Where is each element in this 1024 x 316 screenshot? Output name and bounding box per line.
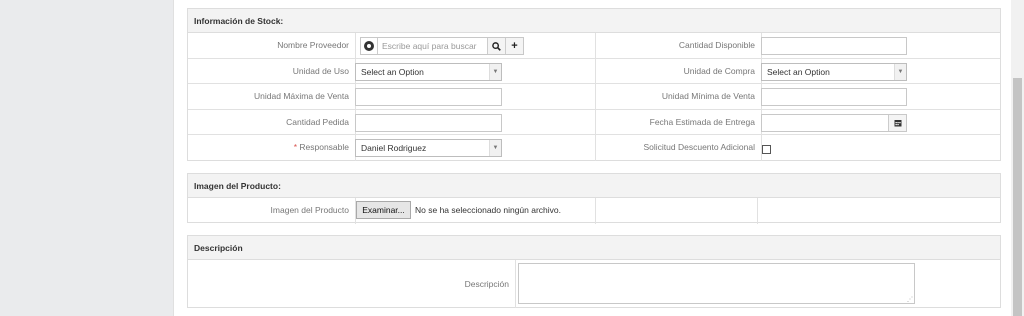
unit-purchase-select[interactable]: Select an Option ▼: [761, 62, 907, 81]
unit-use-select[interactable]: Select an Option ▼: [355, 62, 502, 81]
search-icon[interactable]: [487, 38, 505, 54]
divider: [757, 198, 758, 224]
delivery-date-input[interactable]: [761, 113, 907, 132]
responsible-select[interactable]: Daniel Rodriguez ▼: [355, 139, 502, 157]
responsible-label: Responsable: [299, 142, 349, 152]
description-textarea[interactable]: ⋰: [518, 263, 915, 304]
responsible-label-cell: * Responsable: [188, 135, 355, 161]
supplier-search-input[interactable]: Escribe aquí para buscar: [382, 38, 477, 54]
unit-purchase-value: Select an Option: [767, 66, 830, 77]
form-row: Imagen del Producto Examinar... No se ha…: [188, 198, 1000, 224]
divider: [515, 260, 516, 308]
unit-use-value: Select an Option: [361, 66, 424, 77]
delivery-date-label: Fecha Estimada de Entrega: [649, 116, 755, 127]
image-panel-title: Imagen del Producto:: [188, 174, 1000, 198]
available-qty-input[interactable]: [761, 37, 907, 55]
form-row: Descripción ⋰: [188, 260, 1000, 308]
discount-request-label: Solicitud Descuento Adicional: [643, 142, 755, 152]
radio-icon[interactable]: [364, 41, 374, 51]
unit-use-label: Unidad de Uso: [292, 65, 349, 76]
unit-purchase-label: Unidad de Compra: [683, 65, 755, 76]
min-sale-unit-input[interactable]: [761, 88, 907, 106]
no-file-text: No se ha seleccionado ningún archivo.: [415, 205, 562, 215]
image-panel: Imagen del Producto: Imagen del Producto…: [187, 173, 1001, 224]
discount-request-checkbox[interactable]: [762, 145, 771, 154]
stock-panel: Información de Stock: Nombre Proveedor E…: [187, 8, 1001, 161]
chevron-down-icon: ▼: [489, 140, 501, 156]
form-row: Unidad Máxima de Venta Unidad Mínima de …: [188, 84, 1000, 110]
divider: [377, 38, 378, 54]
form-row: Cantidad Pedida Fecha Estimada de Entreg…: [188, 109, 1000, 135]
main-content: Información de Stock: Nombre Proveedor E…: [173, 0, 1011, 316]
min-sale-unit-label: Unidad Mínima de Venta: [661, 91, 755, 101]
scrollbar[interactable]: [1011, 0, 1024, 316]
ordered-qty-label: Cantidad Pedida: [286, 116, 349, 127]
supplier-label: Nombre Proveedor: [277, 40, 349, 50]
left-background: [0, 0, 173, 316]
max-sale-unit-label: Unidad Máxima de Venta: [254, 91, 349, 101]
stock-panel-title: Información de Stock:: [188, 9, 1000, 33]
form-row: * Responsable Daniel Rodriguez ▼ Solicit…: [188, 135, 1000, 161]
calendar-icon[interactable]: [888, 114, 906, 131]
max-sale-unit-input[interactable]: [355, 88, 502, 106]
supplier-search-group: Escribe aquí para buscar +: [360, 37, 524, 55]
chevron-down-icon: ▼: [489, 63, 501, 80]
form-row: Nombre Proveedor Escribe aquí para busca…: [188, 33, 1000, 59]
divider: [595, 198, 596, 224]
available-qty-label: Cantidad Disponible: [678, 40, 755, 50]
browse-button[interactable]: Examinar...: [356, 201, 411, 219]
form-row: Unidad de Uso Select an Option ▼ Unidad …: [188, 58, 1000, 84]
responsible-value: Daniel Rodriguez: [361, 143, 427, 153]
scrollbar-thumb[interactable]: [1013, 78, 1022, 316]
description-panel-title: Descripción: [188, 236, 1000, 260]
required-mark: *: [293, 142, 297, 152]
divider: [355, 33, 356, 58]
description-label: Descripción: [464, 279, 509, 289]
resize-handle-icon[interactable]: ⋰: [907, 297, 913, 303]
ordered-qty-input[interactable]: [355, 113, 502, 132]
chevron-down-icon: ▼: [894, 63, 906, 80]
product-image-label: Imagen del Producto: [270, 205, 349, 215]
description-panel: Descripción Descripción ⋰: [187, 235, 1001, 308]
plus-icon[interactable]: +: [505, 38, 523, 54]
